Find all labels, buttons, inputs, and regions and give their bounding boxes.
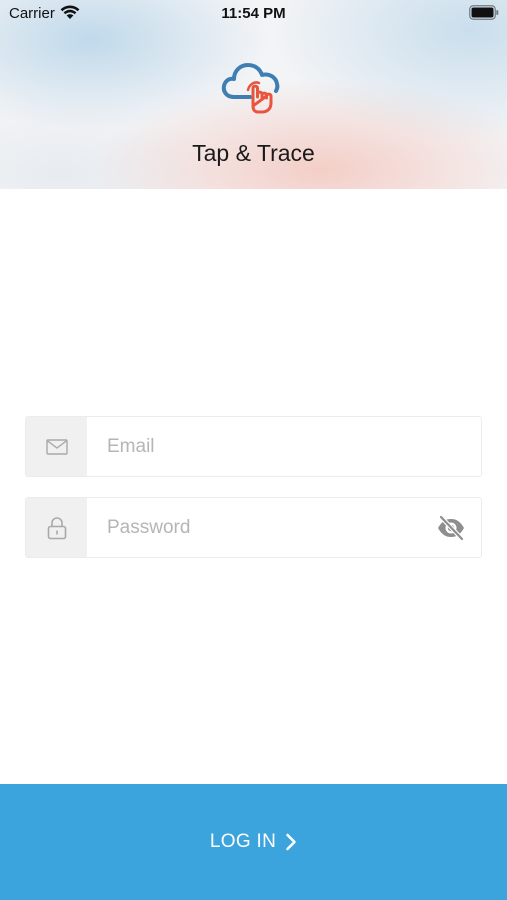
password-input[interactable] — [87, 498, 427, 557]
password-icon-box — [26, 498, 87, 557]
email-field[interactable] — [25, 416, 482, 477]
envelope-icon — [45, 438, 68, 455]
email-input[interactable] — [87, 417, 427, 476]
password-field[interactable] — [25, 497, 482, 558]
app-title: Tap & Trace — [192, 140, 315, 166]
eye-slash-icon[interactable] — [436, 515, 466, 541]
clock: 11:54 PM — [221, 5, 286, 22]
cloud-with-tapping-hand-icon — [221, 63, 280, 114]
email-icon-box — [26, 417, 87, 476]
header: Carrier 11:54 PM Tap & Trace — [0, 0, 507, 189]
lock-icon — [47, 516, 66, 539]
battery-icon — [469, 5, 499, 20]
login-button-label: LOG IN — [209, 831, 277, 852]
login-button[interactable]: LOG IN — [0, 784, 507, 900]
chevron-right-icon — [286, 833, 296, 851]
status-bar: Carrier 11:54 PM — [0, 0, 507, 28]
